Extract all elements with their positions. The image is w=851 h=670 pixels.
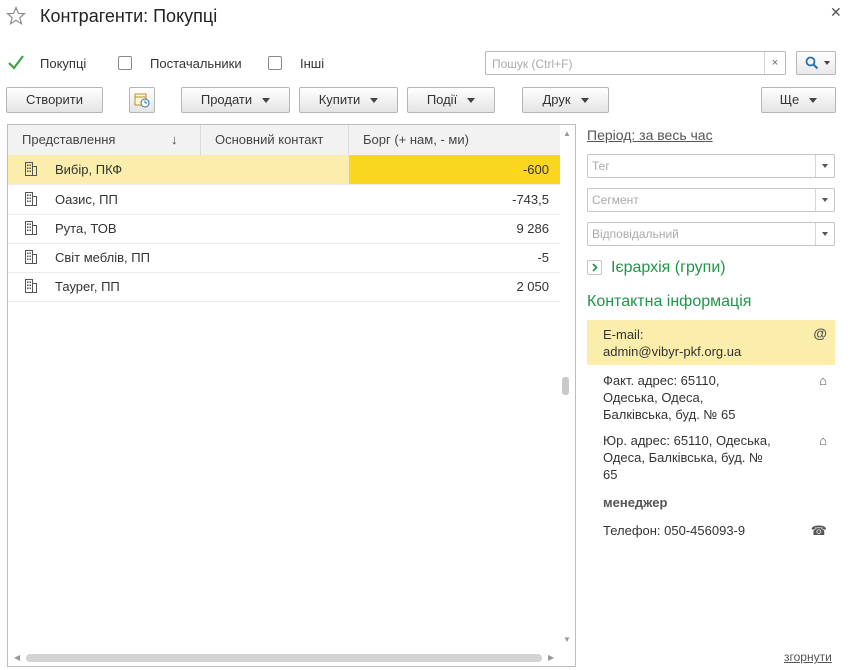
search-input[interactable] — [490, 54, 764, 74]
clear-search-button[interactable]: × — [764, 52, 785, 74]
tag-select[interactable]: Тег — [587, 154, 835, 178]
email-icon: @ — [813, 325, 827, 341]
period-link[interactable]: Період: за весь час — [587, 127, 713, 143]
counterparties-table: Представлення ↓ Основний контакт Борг (+… — [7, 124, 576, 667]
building-icon — [25, 279, 37, 293]
building-icon — [25, 192, 37, 206]
favorite-star-icon[interactable] — [6, 6, 26, 26]
print-button-label: Друк — [542, 92, 571, 107]
table-row[interactable]: Оазис, ПП -743,5 — [8, 185, 560, 215]
calendar-clock-icon — [134, 93, 150, 108]
responsible-placeholder: Відповідальний — [592, 227, 679, 241]
page-title: Контрагенти: Покупці — [40, 6, 218, 26]
column-header-name[interactable]: Представлення ↓ — [8, 125, 201, 155]
column-header-debt[interactable]: Борг (+ нам, - ми) — [349, 125, 560, 155]
chevron-down-icon — [262, 98, 271, 104]
contact-legal-address[interactable]: Юр. адрес: 65110, Одеська, Одеса, Балків… — [587, 432, 835, 483]
building-icon — [25, 250, 37, 264]
search-options-button[interactable] — [796, 51, 836, 75]
checkbox-buyers[interactable] — [7, 54, 25, 71]
chevron-down-icon — [824, 61, 830, 65]
search-box: × — [485, 51, 786, 75]
vertical-scrollbar-thumb[interactable] — [562, 377, 569, 395]
checkbox-others[interactable] — [268, 56, 282, 70]
table-header: Представлення ↓ Основний контакт Борг (+… — [8, 125, 560, 156]
home-icon: ⌂ — [819, 373, 827, 388]
search-icon — [805, 56, 819, 70]
checkbox-suppliers[interactable] — [118, 56, 132, 70]
horizontal-scrollbar-thumb[interactable] — [26, 654, 542, 662]
scroll-up-arrow-icon[interactable]: ▲ — [563, 129, 571, 138]
more-button-label: Ще — [779, 92, 800, 107]
contact-info-heading: Контактна інформація — [587, 293, 752, 310]
email-label: E-mail: — [603, 327, 644, 342]
more-button[interactable]: Ще — [761, 87, 836, 113]
chevron-down-icon[interactable] — [815, 155, 834, 177]
buy-button-label: Купити — [318, 92, 361, 107]
sort-down-icon: ↓ — [171, 132, 178, 147]
cell-contact — [201, 155, 349, 184]
tag-placeholder: Тег — [592, 159, 610, 173]
chevron-down-icon — [580, 98, 589, 104]
cell-name: Рута, ТОВ — [55, 221, 117, 236]
cell-debt: 2 050 — [516, 279, 549, 294]
scroll-left-arrow-icon[interactable]: ◀ — [14, 653, 20, 662]
phone-icon: ☎ — [810, 523, 827, 538]
cell-debt: -5 — [537, 250, 549, 265]
contact-phone[interactable]: Телефон: 050-456093-9 ☎ — [587, 522, 835, 539]
events-button[interactable]: Події — [407, 87, 495, 113]
cell-contact — [201, 214, 349, 243]
cell-debt: -600 — [349, 155, 560, 184]
cell-name: Оазис, ПП — [55, 192, 118, 207]
sell-button[interactable]: Продати — [181, 87, 290, 113]
table-row[interactable]: Світ меблів, ПП -5 — [8, 243, 560, 273]
table-row[interactable]: Рута, ТОВ 9 286 — [8, 214, 560, 244]
chevron-down-icon[interactable] — [815, 189, 834, 211]
home-icon: ⌂ — [819, 433, 827, 448]
hierarchy-toggle[interactable]: Ієрархія (групи) — [611, 259, 726, 277]
hierarchy-expander[interactable] — [587, 260, 602, 275]
create-button[interactable]: Створити — [6, 87, 103, 113]
building-icon — [25, 221, 37, 235]
chevron-down-icon — [467, 98, 476, 104]
chevron-down-icon[interactable] — [815, 223, 834, 245]
contact-fact-address[interactable]: Факт. адрес: 65110, Одеська, Одеса, Балк… — [587, 372, 835, 423]
filter-suppliers-label: Постачальники — [150, 56, 242, 71]
table-row[interactable]: Вибір, ПКФ -600 — [8, 155, 560, 185]
building-icon — [25, 162, 37, 176]
cell-contact — [201, 243, 349, 272]
print-button[interactable]: Друк — [522, 87, 609, 113]
scroll-right-arrow-icon[interactable]: ▶ — [548, 653, 554, 662]
scroll-down-arrow-icon[interactable]: ▼ — [563, 635, 571, 644]
segment-select[interactable]: Сегмент — [587, 188, 835, 212]
column-header-contact[interactable]: Основний контакт — [201, 125, 349, 155]
cell-name: Світ меблів, ПП — [55, 250, 150, 265]
cell-debt: -743,5 — [512, 192, 549, 207]
chevron-down-icon — [370, 98, 379, 104]
chevron-right-icon — [592, 263, 598, 272]
contact-manager-label: менеджер — [603, 495, 668, 510]
table-row[interactable]: Тауреr, ПП 2 050 — [8, 272, 560, 302]
buy-button[interactable]: Купити — [299, 87, 398, 113]
close-icon[interactable]: ✕ — [830, 4, 842, 21]
events-button-label: Події — [426, 92, 458, 107]
sell-button-label: Продати — [200, 92, 253, 107]
cell-name: Тауреr, ПП — [55, 279, 120, 294]
segment-placeholder: Сегмент — [592, 193, 639, 207]
cell-name: Вибір, ПКФ — [55, 162, 123, 177]
filter-buyers-label: Покупці — [40, 56, 87, 71]
calendar-button[interactable] — [129, 87, 155, 113]
cell-contact — [201, 272, 349, 301]
contact-email[interactable]: E-mail: admin@vibyr-pkf.org.ua @ — [587, 320, 835, 365]
chevron-down-icon — [809, 98, 818, 104]
responsible-select[interactable]: Відповідальний — [587, 222, 835, 246]
email-value: admin@vibyr-pkf.org.ua — [603, 344, 742, 359]
cell-debt: 9 286 — [516, 221, 549, 236]
filter-others-label: Інші — [300, 56, 325, 71]
cell-contact — [201, 185, 349, 214]
collapse-link[interactable]: згорнути — [784, 650, 832, 664]
